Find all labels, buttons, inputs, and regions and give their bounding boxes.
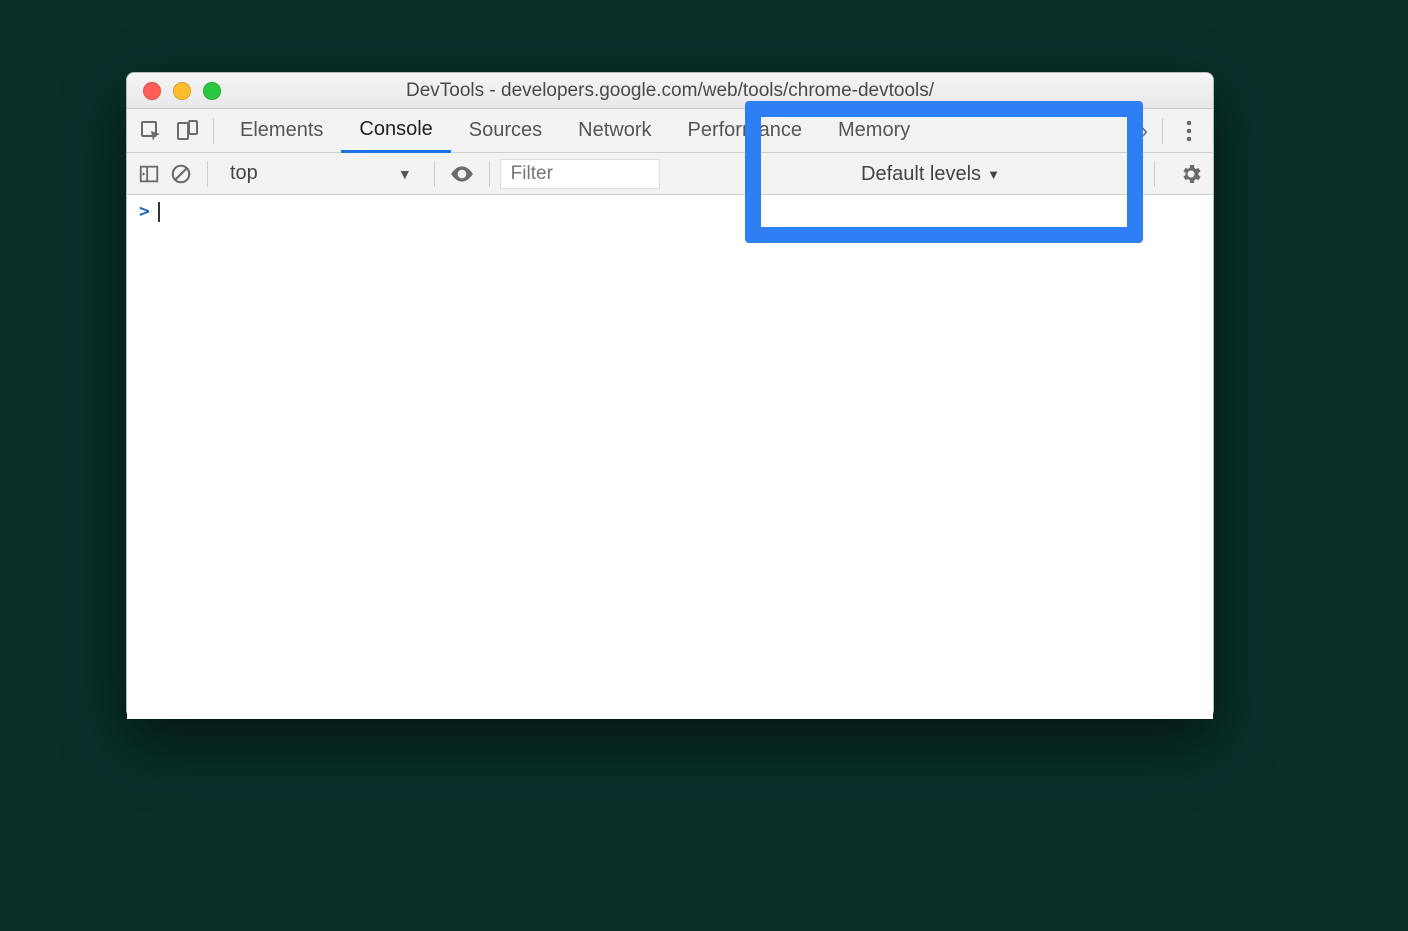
device-toolbar-icon[interactable] [169, 113, 205, 149]
title-bar: DevTools - developers.google.com/web/too… [127, 73, 1213, 109]
devtools-tabbar: Elements Console Sources Network Perform… [127, 109, 1213, 153]
devtools-window: DevTools - developers.google.com/web/too… [126, 72, 1214, 718]
separator [434, 161, 435, 187]
text-caret [158, 202, 160, 222]
execution-context-selector[interactable]: top ▼ [218, 158, 424, 190]
traffic-lights [143, 82, 221, 100]
maximize-window-button[interactable] [203, 82, 221, 100]
tab-memory[interactable]: Memory [820, 109, 928, 153]
tab-network[interactable]: Network [560, 109, 669, 153]
console-settings-icon[interactable] [1179, 153, 1203, 195]
separator [1154, 161, 1155, 187]
toggle-console-sidebar-icon[interactable] [133, 158, 165, 190]
console-toolbar: top ▼ Default levels ▼ [127, 153, 1213, 195]
tab-elements[interactable]: Elements [222, 109, 341, 153]
console-output[interactable]: > [127, 195, 1213, 719]
separator [1162, 118, 1163, 144]
kebab-menu-icon[interactable] [1171, 119, 1207, 143]
window-title: DevTools - developers.google.com/web/too… [127, 80, 1213, 102]
prompt-chevron-icon: > [139, 201, 150, 222]
more-tabs-icon[interactable]: » [1130, 118, 1154, 144]
tab-performance[interactable]: Performance [670, 109, 821, 153]
log-levels-dropdown[interactable]: Default levels ▼ [861, 153, 1000, 195]
tab-sources[interactable]: Sources [451, 109, 560, 153]
filter-input[interactable] [500, 159, 660, 189]
minimize-window-button[interactable] [173, 82, 191, 100]
log-levels-label: Default levels [861, 163, 981, 186]
live-expression-icon[interactable] [445, 161, 479, 187]
close-window-button[interactable] [143, 82, 161, 100]
separator [213, 118, 214, 144]
dropdown-caret-icon: ▼ [398, 166, 412, 182]
inspect-element-icon[interactable] [133, 113, 169, 149]
dropdown-caret-icon: ▼ [987, 167, 1000, 182]
tab-console[interactable]: Console [341, 109, 450, 153]
separator [489, 161, 490, 187]
execution-context-label: top [230, 162, 258, 185]
clear-console-icon[interactable] [165, 158, 197, 190]
separator [207, 161, 208, 187]
console-prompt[interactable]: > [127, 195, 1213, 228]
